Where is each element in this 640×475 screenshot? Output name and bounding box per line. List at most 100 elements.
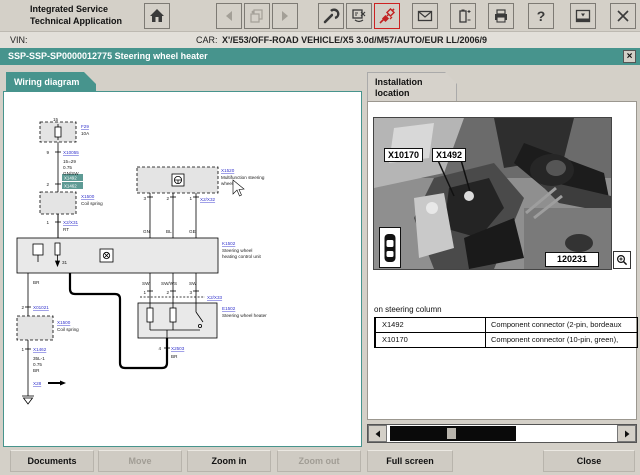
document-title-bar: SSP-SSP-SP0000012775 Steering wheel heat… [0, 48, 640, 65]
help-icon: ? [537, 8, 546, 24]
ground-symbol [22, 395, 34, 405]
fuse-link[interactable]: F29 [81, 124, 89, 129]
connector-desc: Component connector (2-pin, bordeaux [491, 320, 622, 329]
mfw-pin-link[interactable]: X2/X32 [200, 197, 216, 202]
zoom-in-button[interactable]: Zoom in [187, 450, 271, 472]
service-functions-button[interactable] [318, 3, 344, 29]
tab-wiring-diagram[interactable]: Wiring diagram [6, 72, 96, 92]
coil-spring-box-1 [39, 191, 77, 215]
magnify-button[interactable] [613, 251, 631, 269]
app-title: Integrated Service Technical Application [30, 3, 122, 27]
ret-pin1: 1 [21, 347, 24, 352]
battery-icon [459, 9, 471, 23]
car-top-view-icon [384, 233, 396, 262]
wire-bl: BL [166, 229, 172, 234]
scrollbar-range[interactable] [390, 426, 516, 441]
forward-button[interactable] [272, 3, 298, 29]
coil1-pin-link[interactable]: X2/X31 [63, 220, 79, 225]
window-icon [575, 9, 591, 23]
ret-gnd-link[interactable]: X28 [33, 381, 42, 386]
messages-button[interactable] [412, 3, 438, 29]
ctrl-gnd: 31 [62, 260, 68, 265]
document-close-button[interactable]: × [623, 50, 636, 63]
coil1-wire: RT [63, 227, 69, 232]
back-button[interactable] [216, 3, 242, 29]
documents-button[interactable]: Documents [10, 450, 94, 472]
exit-button[interactable] [610, 3, 636, 29]
out-p2: 2 [166, 290, 169, 295]
feed-spec2: 0.75 [63, 165, 72, 170]
mfw-link[interactable]: X1520 [221, 168, 235, 173]
table-row[interactable]: X1492 Component connector (2-pin, bordea… [376, 318, 637, 332]
feed-link[interactable]: X10055 [63, 150, 79, 155]
wrench-icon [323, 8, 340, 24]
scroll-left-button[interactable] [368, 425, 387, 442]
tab-installation-location[interactable]: Installation location [367, 72, 457, 102]
heater-pin-link[interactable]: X2503 [171, 346, 185, 351]
heater-link[interactable]: E1502 [222, 306, 236, 311]
vin-label: VIN: [10, 35, 28, 45]
horizontal-scrollbar[interactable] [367, 424, 637, 443]
out-w2: SW/WS [161, 281, 177, 286]
move-button[interactable]: Move [98, 450, 182, 472]
zoom-out-button[interactable]: Zoom out [277, 450, 361, 472]
out-link[interactable]: X2/X33 [207, 295, 223, 300]
sel-label-2[interactable]: X1462 [64, 184, 77, 189]
print-button[interactable] [488, 3, 514, 29]
help-button[interactable]: ? [528, 3, 554, 29]
coil1-name: Coil spring [81, 201, 103, 206]
history-button[interactable] [244, 3, 270, 29]
home-button[interactable] [144, 3, 170, 29]
arrow-left-icon [375, 430, 380, 437]
table-row[interactable]: X10170 Component connector (10-pin, gree… [376, 332, 637, 347]
copy-icon [250, 9, 263, 23]
sel-label-1[interactable]: X1492 [64, 176, 77, 181]
out-w1: SW [142, 281, 150, 286]
toolbar: Integrated Service Technical Application [0, 0, 640, 32]
scroll-right-button[interactable] [617, 425, 636, 442]
wire-gn: GN [143, 229, 150, 234]
installation-photo [373, 117, 612, 270]
mfw-pin3: 3 [143, 196, 146, 201]
multifunction-steering-wheel-box [136, 166, 219, 194]
ista-window: Integrated Service Technical Application [0, 0, 640, 475]
close-icon [617, 10, 629, 22]
ret-spec2: 0.75 [33, 362, 42, 367]
ctrl-link[interactable]: K1502 [222, 241, 236, 246]
mfw-pin2: 2 [166, 196, 169, 201]
coil1-link[interactable]: X1500 [81, 194, 95, 199]
power-status-button[interactable] [450, 3, 476, 29]
photo-label-x1492: X1492 [432, 148, 467, 162]
vehicle-manager-button[interactable] [346, 3, 372, 29]
ctrl-name1: Steering wheel [222, 248, 252, 253]
monitor-icon [352, 9, 366, 23]
scrollbar-thumb[interactable] [447, 428, 456, 439]
steering-wheel-heater-box [137, 302, 218, 339]
coil2-link[interactable]: X1500 [57, 320, 71, 325]
heater-name: Steering wheel heater [222, 313, 267, 318]
coil2-name: Coil spring [57, 327, 79, 332]
ret-spec1: 35L-1 [33, 356, 45, 361]
car-position-indicator [379, 227, 401, 268]
mfw-name2: wheel [221, 181, 233, 186]
heating-control-unit-box [16, 237, 219, 274]
ret-pin1-link[interactable]: X1462 [33, 347, 47, 352]
mail-icon [417, 10, 433, 22]
close-button[interactable]: Close [543, 450, 635, 472]
tab-install-label2: location [375, 88, 410, 98]
photo-reference-number: 120231 [545, 252, 599, 267]
photo-label-x10170: X10170 [384, 148, 424, 162]
ret-link[interactable]: X01021 [33, 305, 49, 310]
photo-caption: on steering column [374, 305, 442, 314]
mouse-cursor [232, 179, 245, 197]
coil1-pin: 1 [46, 220, 49, 225]
full-screen-button[interactable]: Full screen [367, 450, 453, 472]
vehicle-info-bar: VIN: CAR: X'/E53/OFF-ROAD VEHICLE/X5 3.0… [0, 32, 640, 48]
magnifier-icon [616, 254, 628, 266]
wire-ge: GE [189, 229, 196, 234]
minimize-button[interactable] [570, 3, 596, 29]
feed-pin: 9 [46, 150, 49, 155]
connector-id: X10170 [376, 333, 486, 347]
wiring-diagram[interactable]: 15 F29 10A 9 X10055 15=29 0.75 GN/SW 2 X… [4, 92, 361, 446]
connection-button[interactable] [374, 3, 400, 29]
